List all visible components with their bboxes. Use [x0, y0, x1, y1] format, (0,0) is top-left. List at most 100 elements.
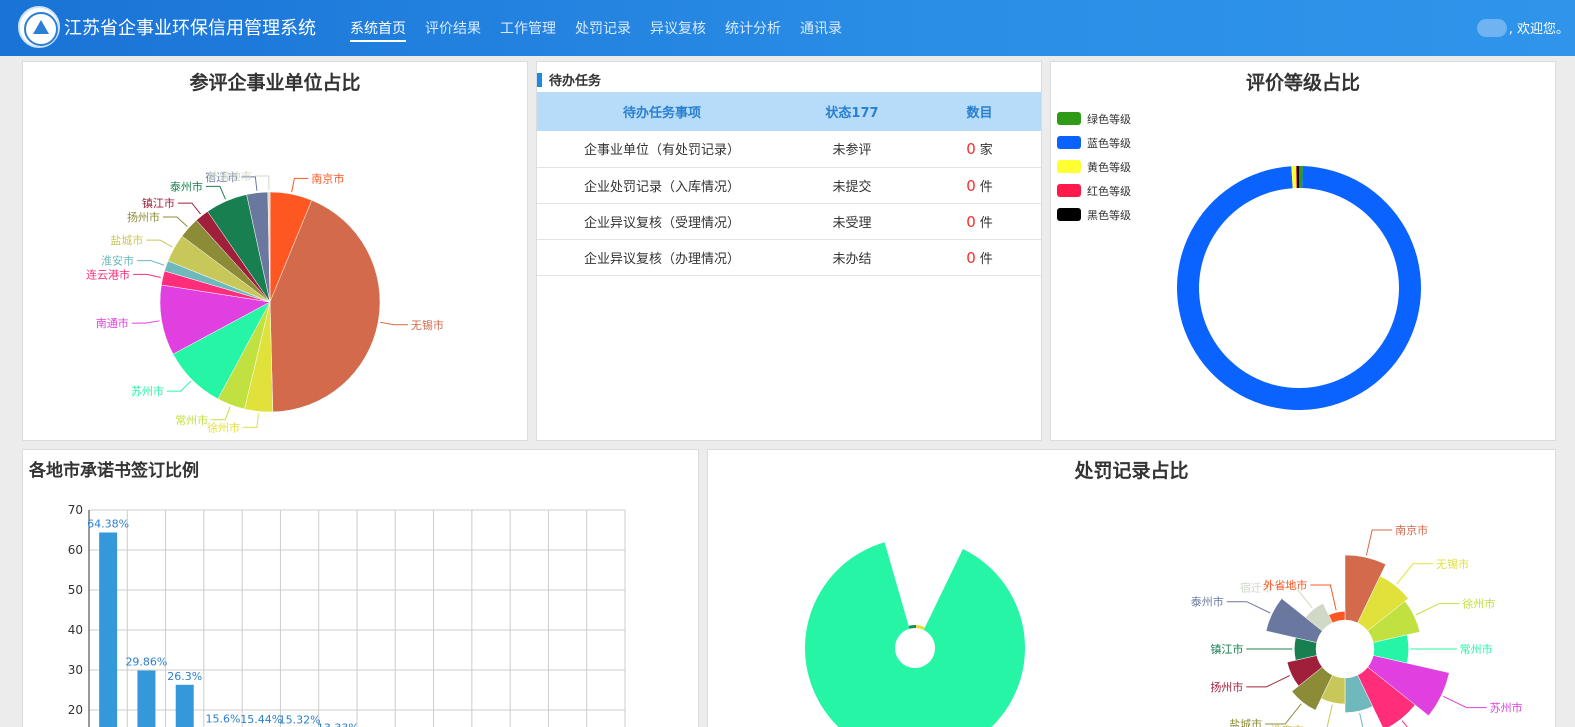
- task-count[interactable]: 0: [966, 249, 976, 267]
- pie-label: 徐州市: [207, 420, 240, 434]
- task-count[interactable]: 0: [966, 140, 976, 158]
- grade-share-panel: 评价等级占比 绿色等级蓝色等级黄色等级红色等级黑色等级: [1050, 61, 1556, 441]
- y-tick-label: 30: [68, 663, 83, 677]
- rose-label-line: [1442, 695, 1487, 709]
- rose-label: 外省地市: [1263, 578, 1307, 592]
- legend-swatch[interactable]: [1057, 160, 1081, 173]
- pie-label: 常州市: [175, 413, 208, 427]
- bar-value-label: 15.32%: [279, 714, 321, 727]
- legend-swatch[interactable]: [1057, 184, 1081, 197]
- rose-label: 泰州市: [1191, 595, 1224, 609]
- rose-label-line: [1265, 703, 1302, 725]
- task-status: 未提交: [787, 167, 917, 204]
- rose-label: 盐城市: [1229, 717, 1262, 727]
- bar-value-label: 26.3%: [167, 670, 202, 683]
- pie-label: 南京市: [311, 171, 344, 185]
- unit-share-panel: 参评企事业单位占比 南京市 无锡市 徐州市 常州市 苏州市 南通市 连云港市 淮安市 盐城市 扬州…: [22, 61, 528, 441]
- rose-label-line: [1396, 563, 1433, 585]
- table-row[interactable]: 企业异议复核（办理情况） 未办结 0件: [537, 239, 1041, 276]
- col-count: 数目: [917, 92, 1041, 131]
- pie-label-line: [162, 216, 188, 227]
- bar-value-label: 29.86%: [125, 656, 167, 669]
- table-row[interactable]: 企事业单位（有处罚记录） 未参评 0家: [537, 131, 1041, 168]
- table-row[interactable]: 企业处罚记录（入库情况） 未提交 0件: [537, 167, 1041, 204]
- y-tick-label: 40: [68, 623, 83, 637]
- panel-title: 评价等级占比: [1245, 72, 1360, 94]
- pie-label: 淮安市: [101, 254, 134, 268]
- pie-label-line: [380, 321, 408, 326]
- legend-label[interactable]: 黄色等级: [1087, 160, 1131, 174]
- legend-swatch[interactable]: [1057, 208, 1081, 221]
- task-unit: 家: [979, 143, 993, 159]
- logo-icon: [18, 6, 60, 48]
- task-item: 企业处罚记录（入库情况）: [537, 167, 787, 204]
- col-task-item: 待办任务事项: [537, 92, 787, 131]
- task-status: 未参评: [787, 131, 917, 168]
- legend-swatch[interactable]: [1057, 136, 1081, 149]
- rose-label: 无锡市: [1436, 557, 1469, 571]
- task-count-cell: 0件: [917, 203, 1041, 240]
- rose-label-line: [1246, 675, 1290, 688]
- pie-label-line: [291, 177, 309, 193]
- nav-contacts[interactable]: 通讯录: [800, 18, 842, 42]
- pie-label-line: [242, 413, 259, 428]
- task-item: 企事业单位（有处罚记录）: [537, 131, 787, 168]
- app-title: 江苏省企事业环保信用管理系统: [64, 18, 316, 39]
- rose-label: 常州市: [1460, 642, 1493, 656]
- penalty-minor-slice[interactable]: [908, 625, 917, 629]
- legend-label[interactable]: 红色等级: [1087, 184, 1131, 198]
- pie-label: 盐城市: [110, 233, 143, 247]
- rose-label-line: [1226, 601, 1271, 614]
- task-status: 未办结: [787, 239, 917, 276]
- y-tick-label: 60: [68, 543, 83, 557]
- bar[interactable]: [137, 670, 156, 727]
- rose-label: 淮安市: [1271, 723, 1304, 727]
- avatar[interactable]: [1476, 18, 1507, 37]
- bar-value-label: 15.44%: [240, 713, 282, 726]
- bar[interactable]: [99, 532, 118, 727]
- task-item: 企业异议复核（办理情况）: [537, 239, 787, 276]
- pie-label: 连云港市: [86, 267, 130, 281]
- rose-label: 徐州市: [1462, 597, 1495, 611]
- donut-slice[interactable]: [1177, 166, 1422, 410]
- rose-label: 扬州市: [1210, 680, 1243, 694]
- nav-evaluation-results[interactable]: 评价结果: [425, 18, 481, 42]
- penalty-major-slice[interactable]: [805, 542, 1025, 727]
- rose-label-line: [1365, 529, 1393, 556]
- task-count-cell: 0家: [917, 131, 1041, 168]
- bar[interactable]: [175, 684, 194, 727]
- legend-label[interactable]: 蓝色等级: [1087, 136, 1131, 150]
- commitment-ratio-panel: 各地市承诺书签订比例 20 30 40 50 60 70 64.38% 29.86% 26.3%…: [22, 449, 699, 727]
- nav-home[interactable]: 系统首页: [350, 18, 406, 42]
- pie-label: 外省地市: [208, 169, 252, 183]
- nav-statistics[interactable]: 统计分析: [725, 18, 781, 42]
- tasks-table: 待办任务事项 状态177 数目 企事业单位（有处罚记录） 未参评 0家 企业处罚…: [537, 92, 1041, 276]
- donut-slice[interactable]: [1296, 166, 1299, 189]
- legend-swatch[interactable]: [1057, 112, 1081, 125]
- pie-label: 南通市: [96, 316, 129, 330]
- task-count[interactable]: 0: [966, 213, 976, 231]
- nav-work-management[interactable]: 工作管理: [500, 18, 556, 42]
- rose-label: 南京市: [1395, 523, 1428, 537]
- legend-label[interactable]: 绿色等级: [1087, 112, 1131, 126]
- pending-tasks-panel: 待办任务 待办任务事项 状态177 数目 企事业单位（有处罚记录） 未参评 0家…: [536, 61, 1042, 441]
- pie-label-line: [177, 202, 201, 215]
- task-count[interactable]: 0: [966, 177, 976, 195]
- penalty-share-panel: 处罚记录占比 南京市无锡市徐州市常州市苏州市南通市连云港市淮安市盐城市扬州市镇江…: [707, 449, 1556, 727]
- panel-title: 处罚记录占比: [1074, 460, 1189, 482]
- pie-label-line: [205, 185, 226, 200]
- pie-label: 苏州市: [131, 384, 164, 398]
- legend-label[interactable]: 黑色等级: [1087, 208, 1131, 222]
- welcome-text: , 欢迎您。: [1508, 22, 1569, 37]
- bar-value-label: 13.33%: [317, 722, 359, 727]
- nav-objection-review[interactable]: 异议复核: [650, 18, 706, 42]
- user-box[interactable]: , 欢迎您。: [1476, 18, 1569, 37]
- table-row[interactable]: 企业异议复核（受理情况） 未受理 0件: [537, 203, 1041, 240]
- bar-value-label: 15.6%: [206, 713, 241, 726]
- pie-label: 扬州市: [127, 210, 160, 224]
- nav-penalty-records[interactable]: 处罚记录: [575, 18, 631, 42]
- bar-value-label: 64.38%: [87, 517, 129, 530]
- y-tick-label: 70: [68, 503, 83, 517]
- penalty-minor-slice[interactable]: [915, 625, 926, 630]
- rose-label-line: [1326, 704, 1333, 727]
